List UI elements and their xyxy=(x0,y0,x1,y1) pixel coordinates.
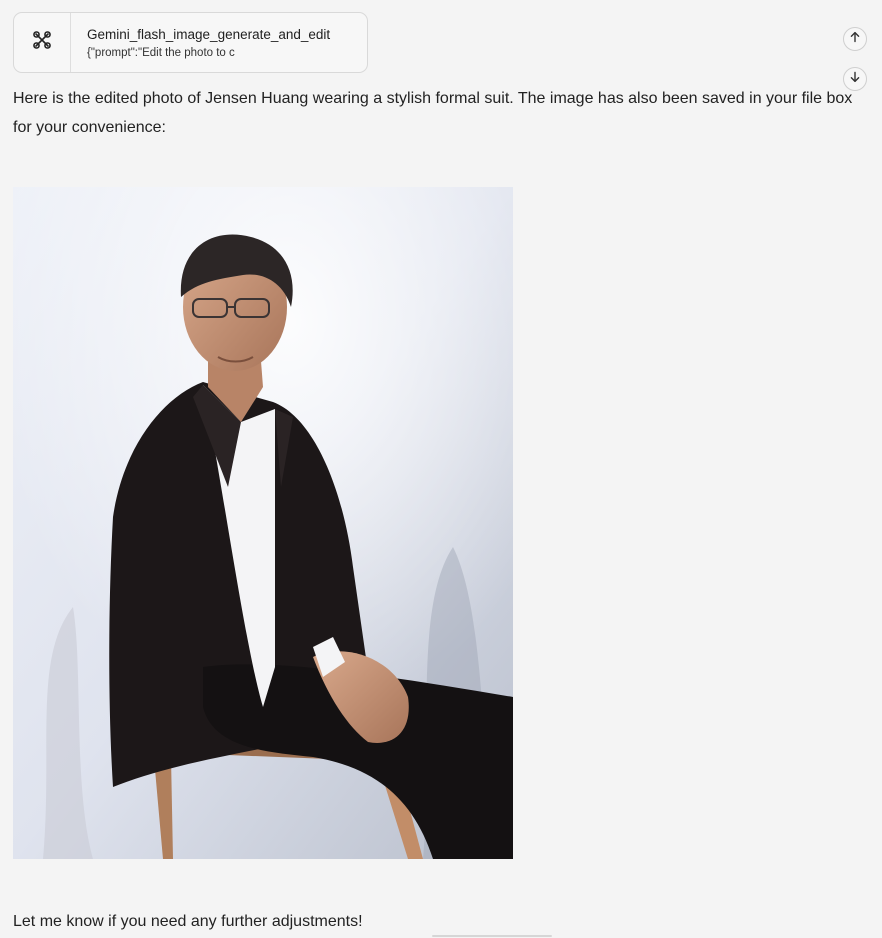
tool-name: Gemini_flash_image_generate_and_edit xyxy=(87,27,331,42)
arrow-up-icon xyxy=(849,30,861,48)
tool-args-preview: {"prompt":"Edit the photo to c xyxy=(87,47,235,59)
scroll-up-button[interactable] xyxy=(843,27,867,51)
assistant-message-closing: Let me know if you need any further adju… xyxy=(13,913,363,930)
tool-call-card[interactable]: Gemini_flash_image_generate_and_edit {"p… xyxy=(13,12,368,73)
tool-link-icon xyxy=(31,29,53,56)
assistant-message-intro: Here is the edited photo of Jensen Huang… xyxy=(13,90,853,136)
generated-photo[interactable] xyxy=(13,187,513,859)
tool-icon-box xyxy=(14,13,71,72)
chat-page: Gemini_flash_image_generate_and_edit {"p… xyxy=(0,0,882,938)
scroll-indicator xyxy=(432,935,552,937)
